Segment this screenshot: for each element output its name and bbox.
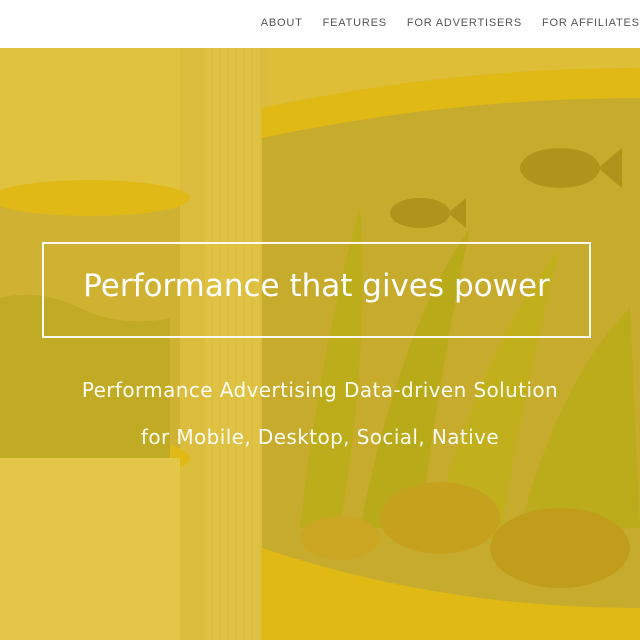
- top-navigation: ABOUT FEATURES FOR ADVERTISERS FOR AFFIL…: [0, 0, 640, 48]
- hero-section: Performance that gives power Performance…: [0, 48, 640, 640]
- hero-headline: Performance that gives power: [83, 268, 550, 304]
- nav-link-for-affiliates[interactable]: FOR AFFILIATES: [542, 17, 640, 29]
- nav-link-features[interactable]: FEATURES: [323, 17, 387, 29]
- hero-subtitle-line-2: for Mobile, Desktop, Social, Native: [140, 425, 500, 449]
- nav-menu: ABOUT FEATURES FOR ADVERTISERS FOR AFFIL…: [261, 17, 640, 29]
- headline-frame: Performance that gives power: [42, 242, 591, 338]
- hero-subtitle-line-1: Performance Advertising Data-driven Solu…: [81, 378, 559, 402]
- color-overlay: [0, 48, 640, 640]
- nav-link-about[interactable]: ABOUT: [261, 17, 303, 29]
- nav-link-for-advertisers[interactable]: FOR ADVERTISERS: [407, 17, 522, 29]
